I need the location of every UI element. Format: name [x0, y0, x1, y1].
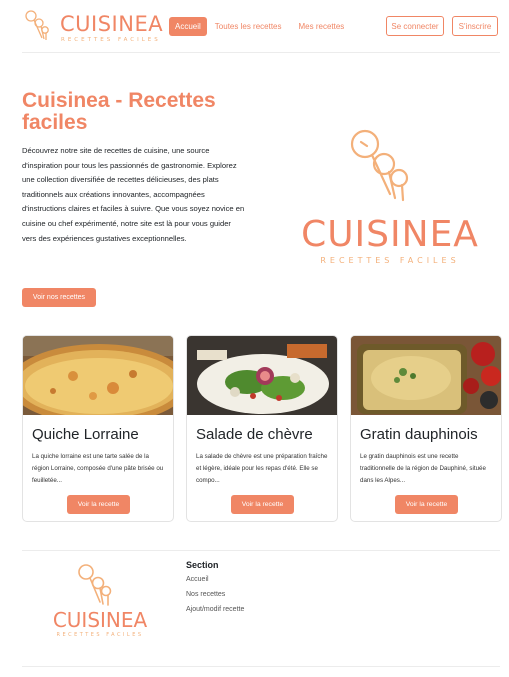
footer-section: Section Accueil Nos recettes Ajout/modif… [186, 560, 244, 621]
hero-logo: CUISINEA RECETTES FACILES [295, 122, 485, 272]
recipe-card-salade: Salade de chèvre La salade de chèvre est… [186, 335, 338, 522]
footer-link-nos-recettes[interactable]: Nos recettes [186, 591, 244, 598]
recipe-description: Le gratin dauphinois est une recette tra… [360, 453, 486, 484]
recipe-description: La quiche lorraine est une tarte salée d… [32, 453, 164, 484]
hero-description: Découvrez notre site de recettes de cuis… [22, 146, 245, 243]
brand-tagline: RECETTES FACILES [61, 37, 161, 43]
site-header: CUISINEA RECETTES FACILES Accueil Toutes… [0, 0, 509, 52]
footer-section-title: Section [186, 560, 219, 570]
brand-name: CUISINEA [60, 12, 164, 36]
hero-logo-name: CUISINEA [301, 214, 479, 255]
view-recipe-button[interactable]: Voir la recette [395, 495, 458, 514]
salad-image [187, 336, 337, 415]
footer-bottom-divider [22, 666, 500, 667]
view-recipe-button[interactable]: Voir la recette [231, 495, 294, 514]
nav-link-toutes-les-recettes[interactable]: Toutes les recettes [215, 22, 282, 31]
view-recipe-button[interactable]: Voir la recette [67, 495, 130, 514]
footer-link-accueil[interactable]: Accueil [186, 576, 244, 583]
view-recipes-button[interactable]: Voir nos recettes [22, 288, 96, 307]
brand-logo[interactable]: CUISINEA RECETTES FACILES [22, 8, 163, 44]
recipe-card-quiche: Quiche Lorraine La quiche lorraine est u… [22, 335, 174, 522]
recipe-title: Quiche Lorraine [32, 426, 139, 443]
footer-logo: CUISINEA RECETTES FACILES [48, 560, 152, 644]
login-button[interactable]: Se connecter [386, 16, 444, 36]
recipe-card-gratin: Gratin dauphinois Le gratin dauphinois e… [350, 335, 502, 522]
recipe-title: Salade de chèvre [196, 426, 313, 443]
nav-link-mes-recettes[interactable]: Mes recettes [299, 22, 345, 31]
footer-logo-name: CUISINEA [52, 608, 148, 632]
spoons-logo-icon [350, 129, 409, 202]
nav-link-accueil[interactable]: Accueil [169, 16, 207, 36]
header-divider [22, 52, 500, 53]
signup-button[interactable]: S'inscrire [452, 16, 498, 36]
hero-logo-tagline: RECETTES FACILES [320, 256, 460, 265]
footer-divider [22, 550, 500, 551]
recipe-title: Gratin dauphinois [360, 426, 478, 443]
main-nav: Accueil Toutes les recettes Mes recettes [169, 16, 361, 36]
quiche-image [23, 336, 173, 415]
recipe-description: La salade de chèvre est une préparation … [196, 453, 328, 484]
gratin-image [351, 336, 501, 415]
hero-title: Cuisinea - Recettes faciles [22, 89, 216, 134]
spoons-logo-icon [78, 564, 112, 606]
footer-logo-tagline: RECETTES FACILES [56, 632, 144, 638]
footer-link-ajout-modif-recette[interactable]: Ajout/modif recette [186, 606, 244, 613]
spoons-logo-icon [25, 10, 49, 40]
